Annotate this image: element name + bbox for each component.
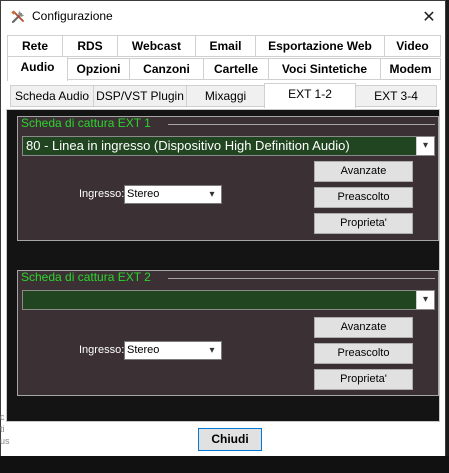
background-text-fragment: us [0,436,10,446]
ext2-group-title: Scheda di cattura EXT 2 [21,270,151,284]
chevron-down-icon[interactable]: ▾ [203,186,221,203]
ext1-prelisten-button[interactable]: Preascolto [314,187,413,208]
ext1-input-label: Ingresso: [79,188,125,200]
ext1-group-title: Scheda di cattura EXT 1 [21,116,151,130]
tab-voci-sintetiche[interactable]: Voci Sintetiche [268,58,381,80]
tools-icon [11,10,24,24]
background-text-fragment: ti [0,424,5,434]
chevron-down-icon[interactable]: ▾ [416,137,434,155]
ext1-group: Scheda di cattura EXT 1 80 - Linea in in… [17,116,439,241]
main-tabs-row-2: Audio Opzioni Canzoni Cartelle Voci Sint… [1,56,445,81]
ext-1-2-panel: Scheda di cattura EXT 1 80 - Linea in in… [6,109,440,422]
tab-canzoni[interactable]: Canzoni [129,58,204,80]
group-divider [168,278,435,279]
dialog-client-area: Rete RDS Webcast Email Esportazione Web … [1,32,445,457]
title-bar[interactable]: Configurazione ✕ [1,1,445,32]
tab-webcast[interactable]: Webcast [117,35,196,57]
tab-audio[interactable]: Audio [7,56,68,81]
ext1-input-select[interactable]: Stereo ▾ [124,185,222,204]
ext2-device-select[interactable]: ▾ [22,290,435,310]
ext1-input-value: Stereo [127,188,160,200]
tab-rete[interactable]: Rete [7,35,63,57]
ext1-device-value: 80 - Linea in ingresso (Dispositivo High… [26,138,350,153]
tab-esportazione-web[interactable]: Esportazione Web [255,35,385,57]
subtab-dsp-vst-plugin[interactable]: DSP/VST Plugin [93,85,187,107]
ext2-advanced-button[interactable]: Avanzate [314,317,413,338]
subtab-ext-3-4[interactable]: EXT 3-4 [355,85,437,107]
background-area [0,456,449,473]
subtab-mixaggi[interactable]: Mixaggi [186,85,265,107]
ext2-properties-button[interactable]: Proprieta' [314,369,413,390]
subtab-ext-1-2[interactable]: EXT 1-2 [264,83,356,108]
main-tabs-row-1: Rete RDS Webcast Email Esportazione Web … [1,35,445,57]
ext1-properties-button[interactable]: Proprieta' [314,213,413,234]
close-icon[interactable]: ✕ [415,5,443,29]
ext2-input-value: Stereo [127,344,160,356]
chiudi-button[interactable]: Chiudi [198,428,262,451]
background-text-fragment: c [0,412,5,422]
chevron-down-icon[interactable]: ▾ [416,291,434,309]
tab-cartelle[interactable]: Cartelle [203,58,269,80]
tab-opzioni[interactable]: Opzioni [67,58,130,80]
ext2-input-label: Ingresso: [79,344,125,356]
ext1-advanced-button[interactable]: Avanzate [314,161,413,182]
chevron-down-icon[interactable]: ▾ [203,342,221,359]
subtab-scheda-audio[interactable]: Scheda Audio [10,85,94,107]
tab-rds[interactable]: RDS [62,35,118,57]
audio-subtabs: Scheda Audio DSP/VST Plugin Mixaggi EXT … [1,83,445,108]
ext2-group: Scheda di cattura EXT 2 ▾ Ingresso: Ster… [17,270,439,396]
ext2-prelisten-button[interactable]: Preascolto [314,343,413,364]
group-divider [168,124,435,125]
tab-email[interactable]: Email [195,35,256,57]
window-title: Configurazione [32,9,113,23]
ext1-device-select[interactable]: 80 - Linea in ingresso (Dispositivo High… [22,136,435,156]
ext2-input-select[interactable]: Stereo ▾ [124,341,222,360]
configuration-window: Configurazione ✕ Rete RDS Webcast Email … [0,0,446,458]
tab-video[interactable]: Video [384,35,441,57]
tab-modem[interactable]: Modem [380,58,441,80]
